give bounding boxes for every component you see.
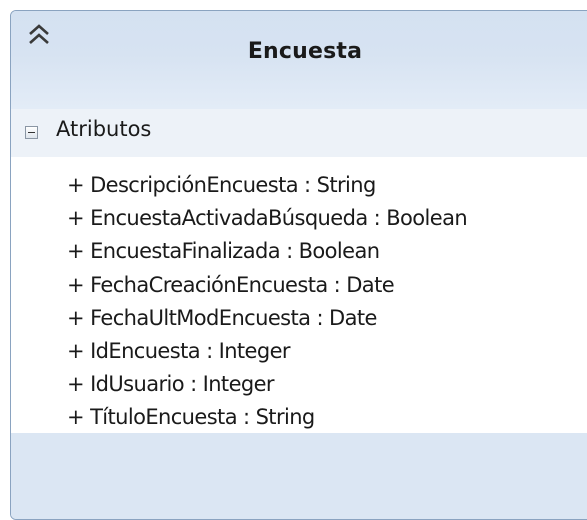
attribute-item[interactable]: + FechaCreaciónEncuesta : Date [67, 273, 395, 297]
section-label: Atributos [56, 117, 152, 141]
class-header: Encuesta [11, 11, 587, 110]
class-footer [11, 433, 587, 519]
attribute-list: + DescripciónEncuesta : String + Encuest… [11, 157, 587, 433]
attribute-item[interactable]: + IdEncuesta : Integer [67, 339, 291, 363]
uml-class-box: Encuesta Atributos + DescripciónEncuesta… [10, 10, 587, 520]
attribute-item[interactable]: + EncuestaFinalizada : Boolean [67, 239, 380, 263]
collapse-minus-icon[interactable] [25, 126, 38, 139]
attribute-item[interactable]: + FechaUltModEncuesta : Date [67, 306, 377, 330]
attribute-item[interactable]: + TítuloEncuesta : String [67, 405, 315, 429]
class-name: Encuesta [247, 39, 363, 64]
attribute-item[interactable]: + IdUsuario : Integer [67, 372, 275, 396]
attribute-item[interactable]: + EncuestaActivadaBúsqueda : Boolean [67, 206, 468, 230]
attribute-item[interactable]: + DescripciónEncuesta : String [67, 173, 376, 197]
